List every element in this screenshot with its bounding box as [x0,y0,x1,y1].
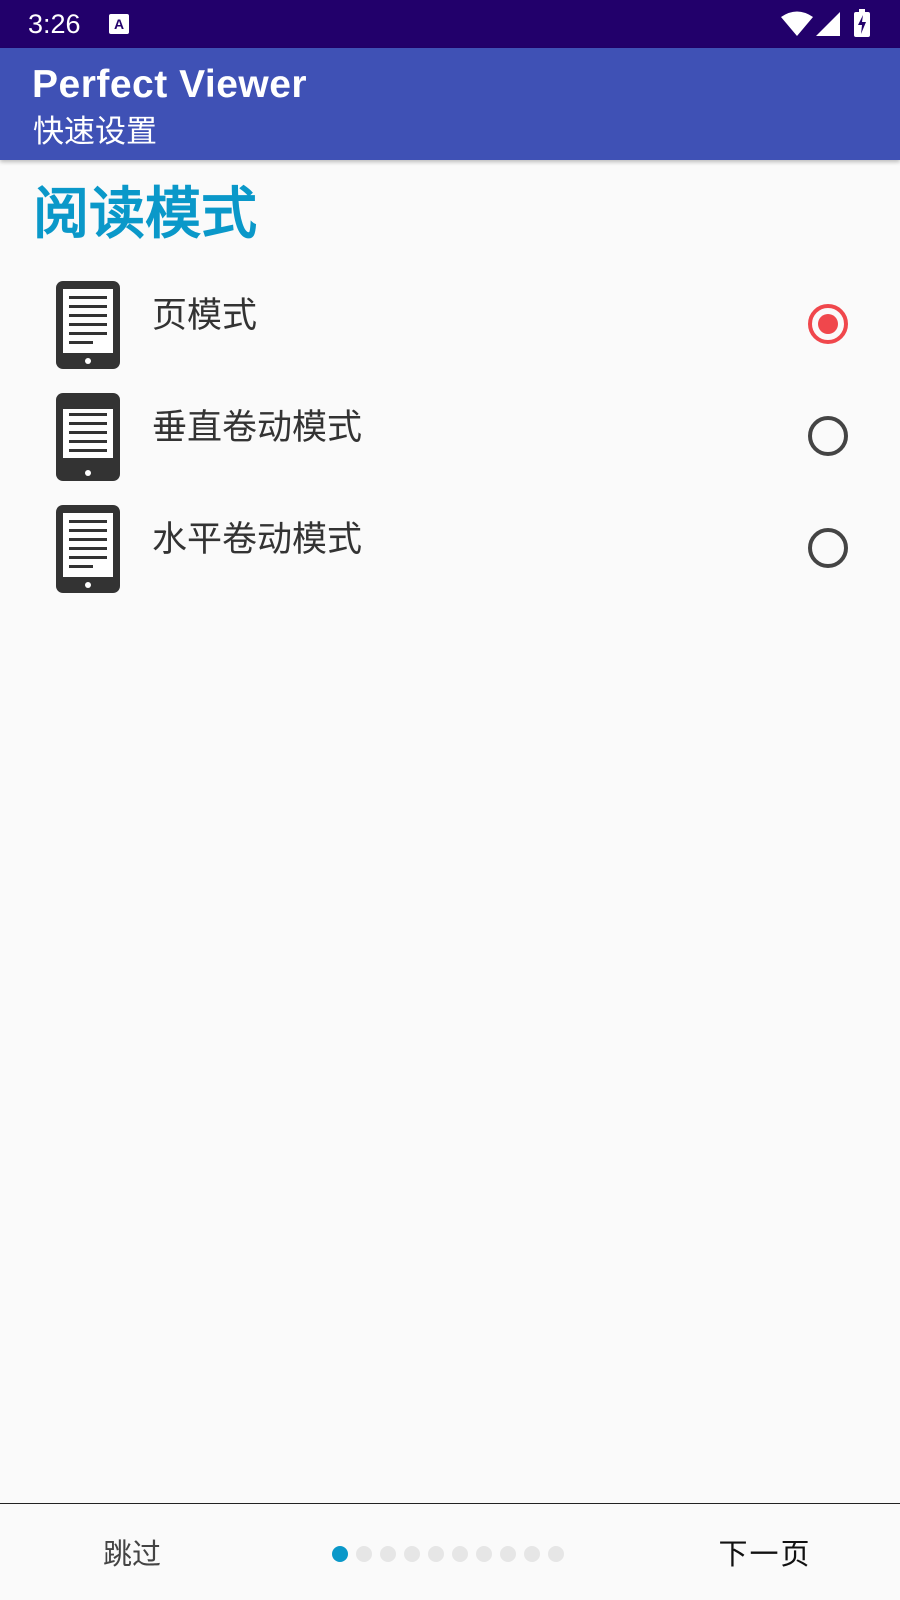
status-time: 3:26 [28,9,81,39]
app-subtitle: 快速设置 [33,114,157,150]
ereader-horizontal-scroll-icon [56,505,120,593]
option-vertical-scroll-mode[interactable]: 垂直卷动模式 [0,392,900,502]
battery-charging-icon [854,9,870,37]
app-bar: Perfect Viewer 快速设置 [0,48,900,160]
a-notification-icon: A [109,14,129,34]
page-dot [404,1546,420,1562]
skip-button[interactable]: 跳过 [72,1526,192,1582]
page-dot [500,1546,516,1562]
radio-selected-icon[interactable] [807,303,849,345]
option-label-vertical-scroll-mode: 垂直卷动模式 [152,408,363,448]
section-title: 阅读模式 [33,182,257,247]
app-title: Perfect Viewer [32,63,308,106]
option-label-page-mode: 页模式 [152,296,258,336]
page-dot [452,1546,468,1562]
bottom-bar: 跳过 下一页 [0,1503,900,1600]
page-dot [332,1546,348,1562]
page-indicator [332,1546,572,1562]
option-label-horizontal-scroll-mode: 水平卷动模式 [152,520,363,560]
option-horizontal-scroll-mode[interactable]: 水平卷动模式 [0,504,900,614]
option-page-mode[interactable]: 页模式 [0,280,900,390]
next-page-button[interactable]: 下一页 [700,1526,830,1582]
page-dot [356,1546,372,1562]
page-dot [380,1546,396,1562]
signal-icon [816,12,840,36]
status-bar: 3:26 A [0,0,900,48]
page-dot [476,1546,492,1562]
wifi-icon [781,11,813,36]
ereader-vertical-scroll-icon [56,393,120,481]
svg-text:A: A [114,16,124,32]
page-dot [428,1546,444,1562]
radio-unselected-icon[interactable] [807,415,849,457]
ereader-page-icon [56,281,120,369]
page-dot [548,1546,564,1562]
radio-unselected-icon[interactable] [807,527,849,569]
page-dot [524,1546,540,1562]
